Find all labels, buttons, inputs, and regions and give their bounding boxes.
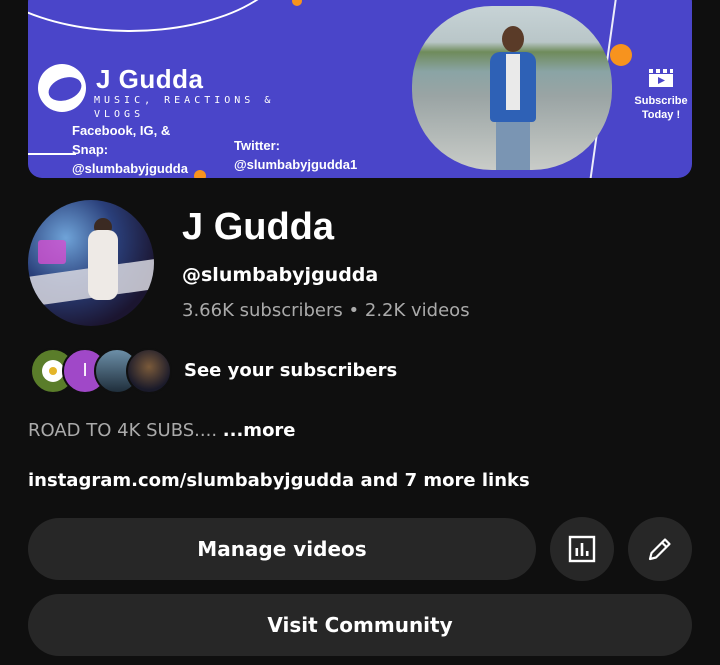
description-more-link[interactable]: ...more [223,420,296,441]
clapperboard-icon [649,69,673,87]
banner-decor-dot [194,170,206,178]
banner-social: Facebook, IG, & Snap: @slumbabyjgudda [72,121,188,178]
banner-tagline: MUSIC, REACTIONS & VLOGS [94,95,275,120]
channel-stats: 3.66K subscribers • 2.2K videos [182,300,470,321]
banner-social-line: @slumbabyjgudda [72,161,188,176]
banner-decor-dot [610,44,632,66]
stats-separator: • [348,300,360,321]
banner-brand-name: J Gudda [96,64,204,94]
bar-chart-icon [568,535,596,563]
channel-avatar[interactable] [28,200,154,326]
banner-subscribe-text: Today ! [641,109,681,121]
banner-decor-line [28,153,76,155]
description-text: ROAD TO 4K SUBS.... [28,420,218,441]
banner-twitter-label: Twitter: [234,138,280,153]
banner-subscribe-text: Subscribe [634,95,688,107]
pencil-icon [648,538,671,561]
channel-description[interactable]: ROAD TO 4K SUBS.... ...more [28,420,296,441]
subscriber-count: 3.66K subscribers [182,300,343,321]
channel-name: J Gudda [182,206,335,248]
banner-subscribe-cta: Subscribe Today ! [626,68,692,122]
banner-photo [412,6,612,170]
manage-videos-button[interactable]: Manage videos [28,518,536,580]
banner-decor-dot [292,0,302,6]
banner-person [490,26,536,170]
banner-social-line: Facebook, IG, & [72,123,171,138]
see-subscribers-link[interactable]: See your subscribers [184,360,397,381]
banner-social-line: Snap: [72,142,109,157]
analytics-button[interactable] [550,517,614,581]
edit-channel-button[interactable] [628,517,692,581]
channel-handle: @slumbabyjgudda [182,264,379,286]
subscriber-avatar [126,348,172,394]
visit-community-button[interactable]: Visit Community [28,594,692,656]
channel-banner: J Gudda MUSIC, REACTIONS & VLOGS Faceboo… [28,0,692,178]
channel-links[interactable]: instagram.com/slumbabyjgudda and 7 more … [28,470,530,491]
banner-twitter: Twitter: @slumbabyjgudda1 [234,136,357,174]
banner-decor-arc [28,0,292,32]
video-count: 2.2K videos [364,300,470,321]
banner-twitter-handle: @slumbabyjgudda1 [234,157,358,172]
banner-logo-icon [38,64,86,112]
